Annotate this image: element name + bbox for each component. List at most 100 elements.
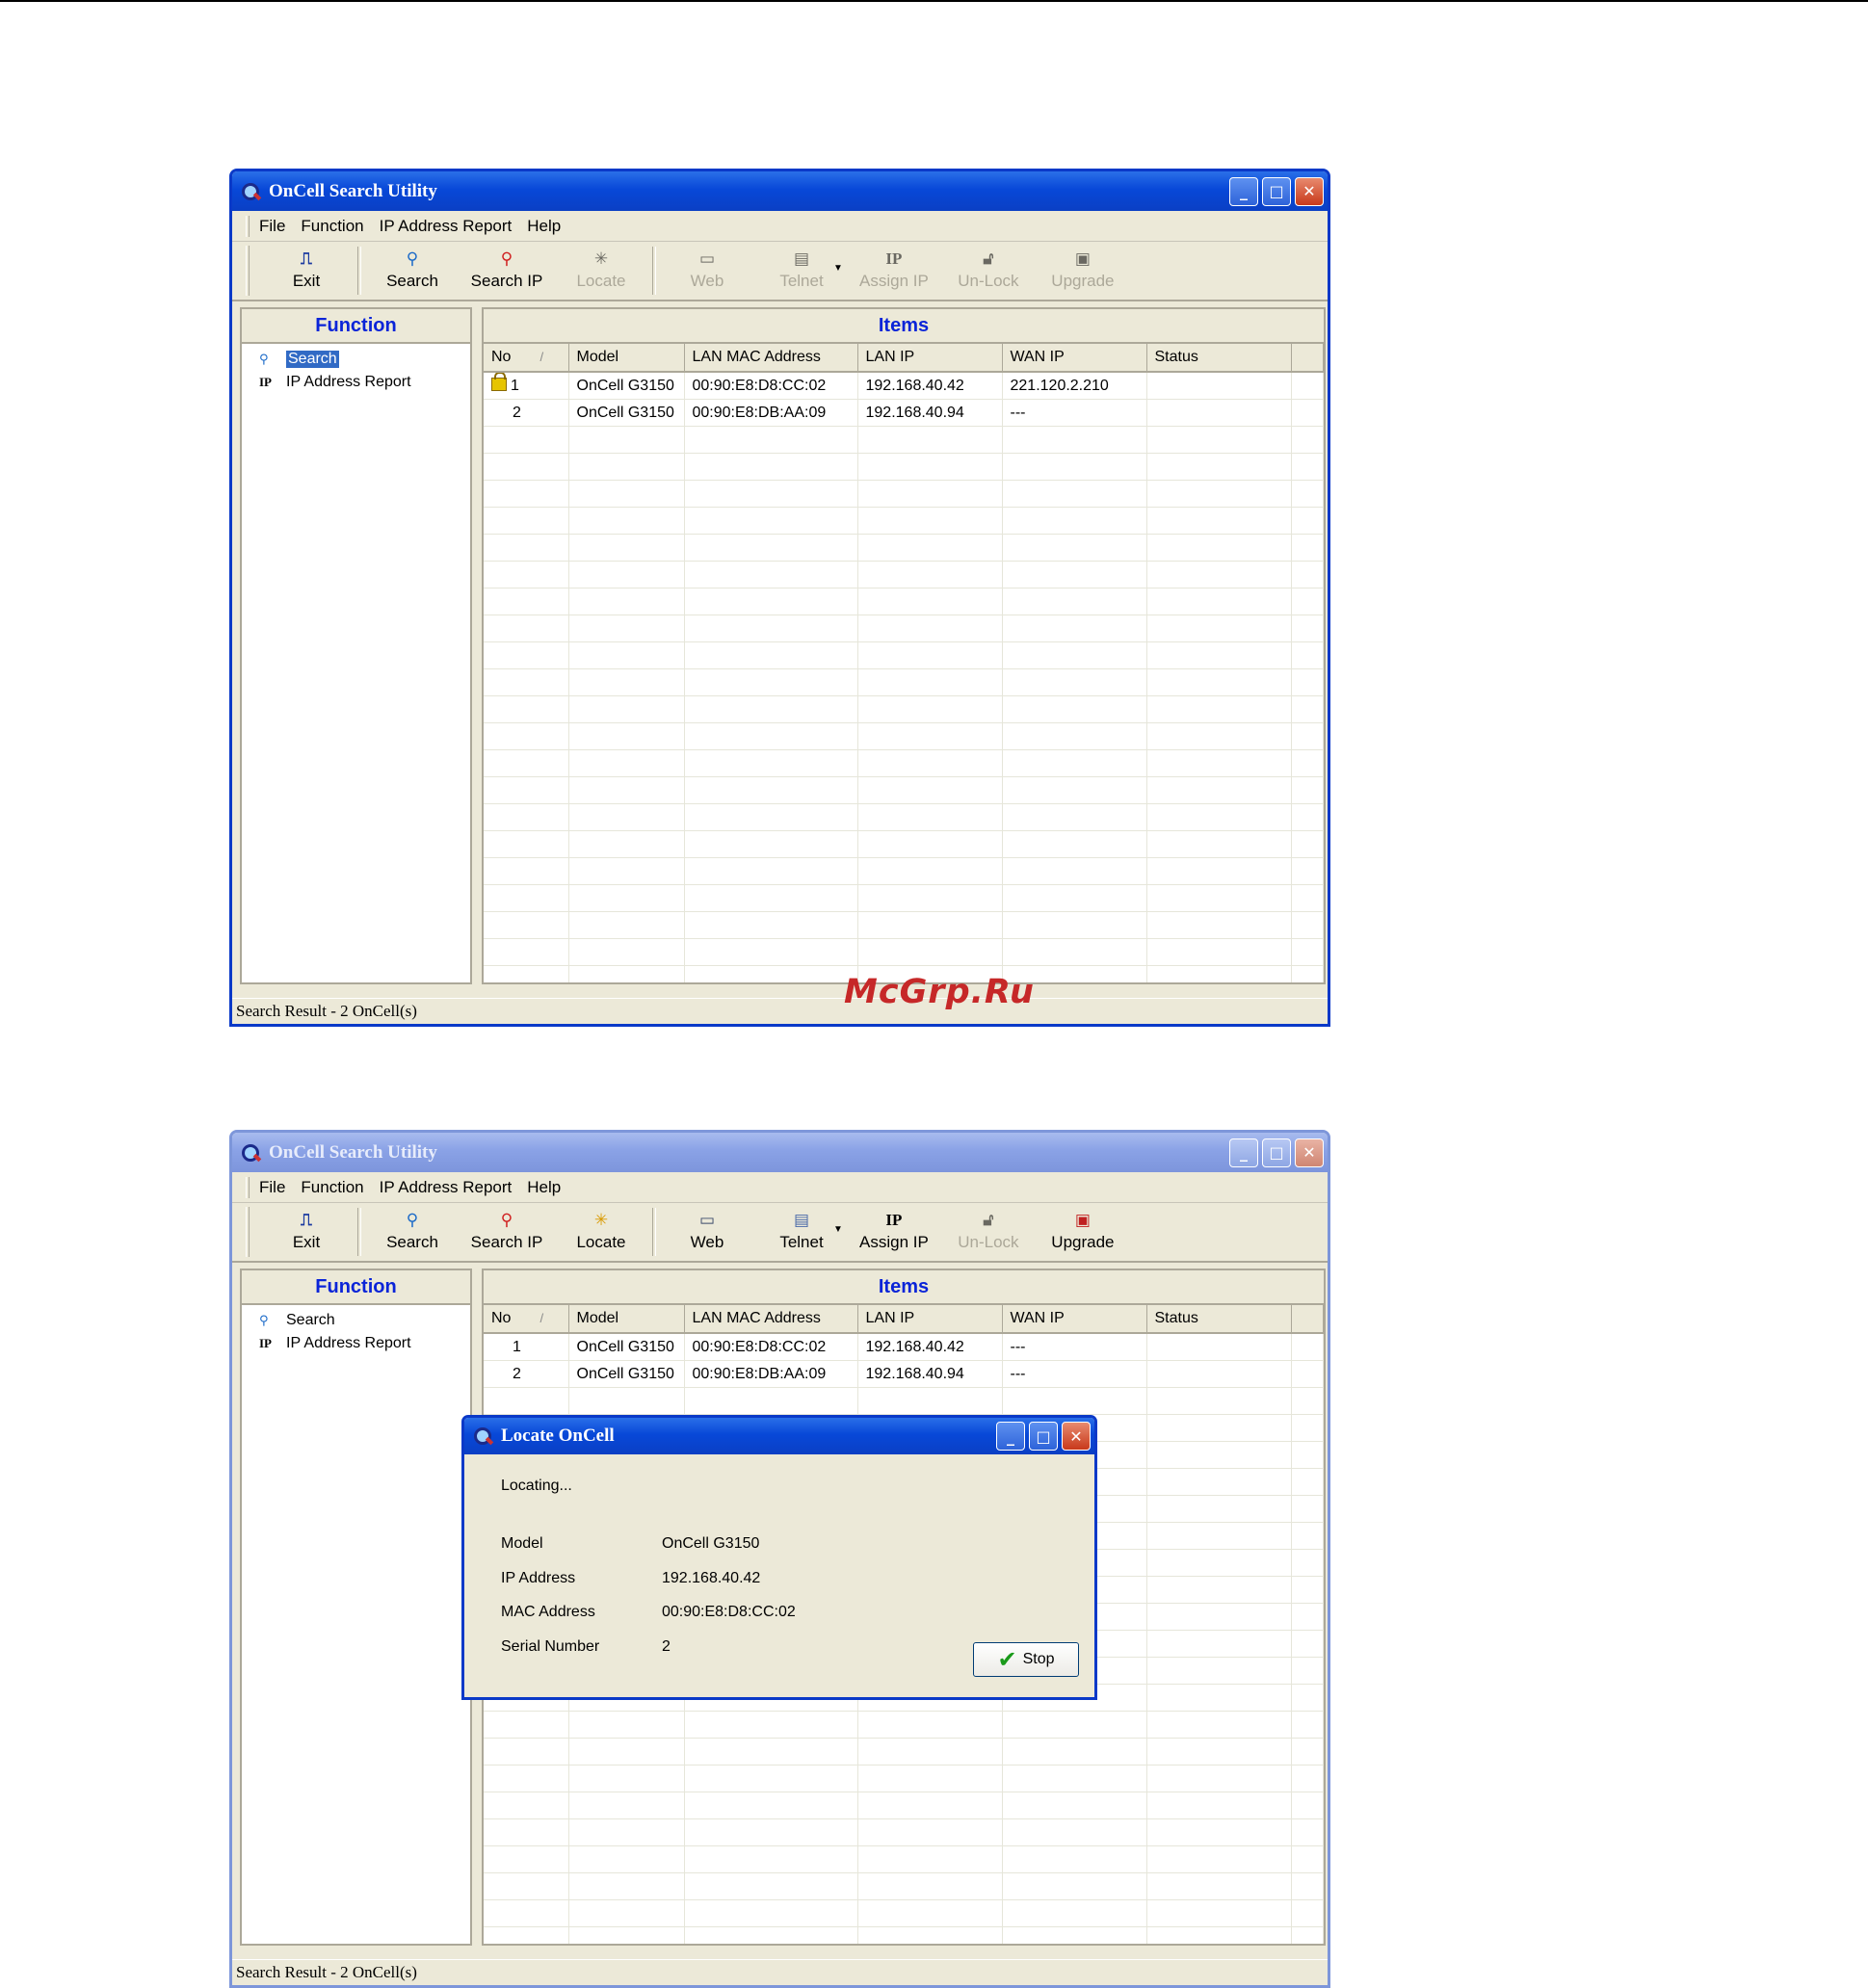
title-bar[interactable]: OnCell Search Utility _ □ ✕: [232, 1133, 1328, 1172]
field-value-ip-address: 192.168.40.42: [662, 1570, 761, 1586]
empty-cell: [684, 1765, 858, 1792]
table-row[interactable]: 2 OnCell G3150 00:90:E8:DB:AA:09 192.168.40…: [484, 1360, 1324, 1388]
cell-model: OnCell G3150: [568, 372, 685, 400]
search-icon: ⚲: [406, 249, 419, 269]
menu-ip-address-report[interactable]: IP Address Report: [380, 1178, 513, 1197]
column-header-model[interactable]: Model: [568, 1305, 685, 1334]
column-header-wan-ip[interactable]: WAN IP: [1002, 344, 1147, 373]
empty-cell: [568, 857, 685, 885]
empty-cell: [1291, 1495, 1324, 1523]
sort-ascending-icon: /: [539, 350, 544, 364]
empty-cell: [568, 1792, 685, 1819]
search-ip-button[interactable]: ⚲ Search IP: [460, 1203, 554, 1259]
title-bar[interactable]: OnCell Search Utility _ □ ✕: [232, 171, 1328, 211]
table-row[interactable]: 1 OnCell G3150 00:90:E8:D8:CC:02 192.168.40…: [484, 372, 1324, 400]
search-ip-icon: ⚲: [500, 1211, 513, 1230]
column-header-status[interactable]: Status: [1146, 344, 1292, 373]
telnet-dropdown-icon[interactable]: ▼: [833, 1224, 843, 1235]
close-button[interactable]: ✕: [1295, 176, 1324, 206]
upgrade-button[interactable]: ▣ Upgrade: [1036, 242, 1130, 298]
tree-item-search[interactable]: ⚲ Search: [259, 348, 470, 371]
menu-function[interactable]: Function: [301, 1178, 363, 1197]
column-header-status[interactable]: Status: [1146, 1305, 1292, 1334]
locate-button[interactable]: ✳ Locate: [554, 1203, 648, 1259]
dialog-title-bar[interactable]: Locate OnCell _ □ ✕: [464, 1418, 1094, 1454]
empty-cell: [684, 695, 858, 723]
column-header-lan-ip[interactable]: LAN IP: [857, 1305, 1003, 1334]
empty-cell: [684, 588, 858, 615]
empty-cell: [684, 1387, 858, 1415]
column-header-no[interactable]: No /: [484, 1305, 569, 1334]
minimize-button[interactable]: _: [996, 1422, 1025, 1451]
empty-cell: [568, 722, 685, 750]
minimize-button[interactable]: _: [1229, 176, 1258, 206]
empty-cell: [568, 453, 685, 481]
cell-filler: [1291, 399, 1324, 427]
toolbar-separator: [652, 247, 656, 295]
empty-row: [484, 749, 1324, 777]
tree-item-search[interactable]: ⚲ Search: [259, 1309, 470, 1332]
telnet-icon: ▤: [793, 249, 810, 269]
menu-file[interactable]: File: [259, 217, 285, 236]
search-button[interactable]: ⚲ Search: [365, 1203, 460, 1259]
tree-item-ip-address-report[interactable]: IP IP Address Report: [259, 371, 470, 394]
toolbar-separator: [652, 1208, 656, 1256]
maximize-button[interactable]: □: [1029, 1422, 1058, 1451]
maximize-button[interactable]: □: [1262, 1138, 1291, 1167]
column-header-model[interactable]: Model: [568, 344, 685, 373]
column-header-filler: [1291, 1305, 1324, 1334]
exit-button[interactable]: ⎍ Exit: [259, 242, 354, 298]
column-header-no[interactable]: No /: [484, 344, 569, 373]
empty-cell: [484, 480, 569, 508]
empty-cell: [1002, 722, 1147, 750]
empty-row: [484, 1711, 1324, 1739]
telnet-dropdown-icon[interactable]: ▼: [833, 263, 843, 274]
menu-function[interactable]: Function: [301, 217, 363, 236]
cell-lan-mac: 00:90:E8:D8:CC:02: [684, 372, 858, 400]
field-value-model: OnCell G3150: [662, 1535, 760, 1552]
upgrade-button[interactable]: ▣ Upgrade: [1036, 1203, 1130, 1259]
exit-button[interactable]: ⎍ Exit: [259, 1203, 354, 1259]
empty-cell: [1291, 1845, 1324, 1873]
column-header-lan-mac[interactable]: LAN MAC Address: [684, 1305, 858, 1334]
assign-ip-button[interactable]: IP Assign IP: [847, 1203, 941, 1259]
table-row[interactable]: 2 OnCell G3150 00:90:E8:DB:AA:09 192.168.40…: [484, 399, 1324, 427]
empty-cell: [1146, 1845, 1292, 1873]
empty-cell: [1291, 615, 1324, 642]
empty-cell: [568, 965, 685, 982]
menu-help[interactable]: Help: [527, 1178, 561, 1197]
empty-row: [484, 857, 1324, 885]
cell-lan-ip: 192.168.40.94: [857, 1360, 1003, 1388]
empty-row: [484, 1387, 1324, 1415]
empty-row: [484, 1738, 1324, 1766]
table-row[interactable]: 1 OnCell G3150 00:90:E8:D8:CC:02 192.168.40…: [484, 1333, 1324, 1361]
close-button[interactable]: ✕: [1062, 1422, 1091, 1451]
unlock-button[interactable]: 🔓︎ Un-Lock: [941, 242, 1036, 298]
locate-button[interactable]: ✳ Locate: [554, 242, 648, 298]
minimize-button[interactable]: _: [1229, 1138, 1258, 1167]
unlock-button[interactable]: 🔓︎ Un-Lock: [941, 1203, 1036, 1259]
empty-cell: [1146, 1818, 1292, 1846]
menu-ip-address-report[interactable]: IP Address Report: [380, 217, 513, 236]
locate-icon: ✳: [593, 249, 609, 269]
assign-ip-button[interactable]: IP Assign IP: [847, 242, 941, 298]
close-button[interactable]: ✕: [1295, 1138, 1324, 1167]
empty-cell: [684, 1845, 858, 1873]
empty-cell: [684, 884, 858, 912]
web-button[interactable]: ▭ Web: [660, 1203, 754, 1259]
stop-button[interactable]: ✔ Stop: [973, 1642, 1079, 1677]
menu-bar: File Function IP Address Report Help: [232, 1172, 1328, 1203]
menu-help[interactable]: Help: [527, 217, 561, 236]
column-header-lan-mac[interactable]: LAN MAC Address: [684, 344, 858, 373]
maximize-button[interactable]: □: [1262, 176, 1291, 206]
empty-cell: [1146, 938, 1292, 966]
column-header-wan-ip[interactable]: WAN IP: [1002, 1305, 1147, 1334]
web-button[interactable]: ▭ Web: [660, 242, 754, 298]
empty-cell: [484, 507, 569, 535]
menu-file[interactable]: File: [259, 1178, 285, 1197]
empty-cell: [857, 668, 1003, 696]
search-button[interactable]: ⚲ Search: [365, 242, 460, 298]
tree-item-ip-address-report[interactable]: IP IP Address Report: [259, 1332, 470, 1355]
column-header-lan-ip[interactable]: LAN IP: [857, 344, 1003, 373]
search-ip-button[interactable]: ⚲ Search IP: [460, 242, 554, 298]
